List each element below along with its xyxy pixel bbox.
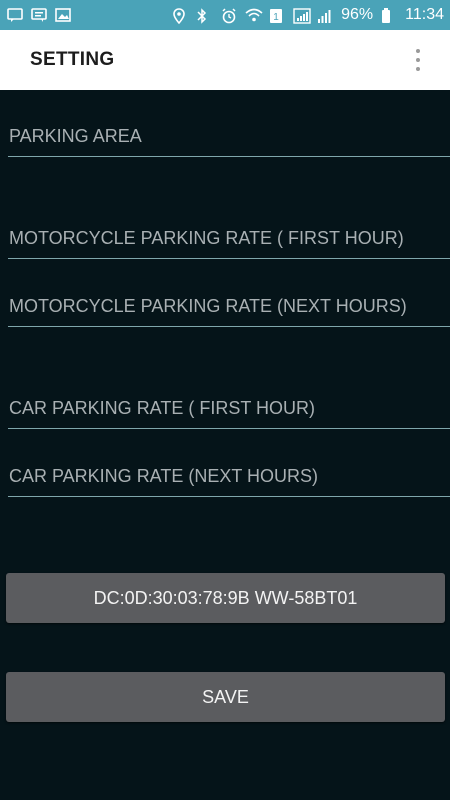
- save-button[interactable]: SAVE: [6, 672, 445, 722]
- message-icon: [31, 8, 47, 22]
- overflow-menu-icon[interactable]: [412, 45, 424, 75]
- parking-area-input[interactable]: [8, 117, 450, 156]
- car-first-hour-input[interactable]: [8, 389, 450, 428]
- menu-dot: [416, 58, 420, 62]
- svg-text:1: 1: [273, 12, 279, 23]
- signal-icon: [317, 8, 333, 23]
- status-right-icons: 1 96% 11:34: [173, 6, 444, 25]
- battery-percentage: 96%: [341, 6, 374, 23]
- status-bar: 1 96% 11:34: [0, 0, 450, 30]
- bluetooth-icon: [197, 8, 213, 24]
- menu-dot: [416, 49, 420, 53]
- chat-icon: [7, 8, 23, 22]
- moto-first-hour-input[interactable]: [8, 219, 450, 258]
- clock: 11:34: [405, 6, 444, 23]
- menu-dot: [416, 67, 420, 71]
- wifi-icon: [245, 8, 263, 22]
- alarm-icon: [221, 8, 237, 24]
- page-title: SETTING: [30, 49, 115, 70]
- car-next-hours-field: [8, 457, 450, 497]
- image-icon: [55, 8, 71, 22]
- sim-icon: 1: [269, 8, 285, 23]
- moto-next-hours-field: [8, 287, 450, 327]
- location-icon: [173, 8, 189, 25]
- battery-icon: [381, 8, 397, 23]
- car-first-hour-field: [8, 389, 450, 429]
- signal-icon: [293, 8, 311, 24]
- moto-first-hour-field: [8, 219, 450, 259]
- moto-next-hours-input[interactable]: [8, 287, 450, 326]
- device-select-button[interactable]: DC:0D:30:03:78:9B WW-58BT01: [6, 573, 445, 623]
- parking-area-field: [8, 117, 450, 157]
- status-left-icons: [7, 8, 71, 22]
- car-next-hours-input[interactable]: [8, 457, 450, 496]
- app-bar: SETTING: [0, 30, 450, 90]
